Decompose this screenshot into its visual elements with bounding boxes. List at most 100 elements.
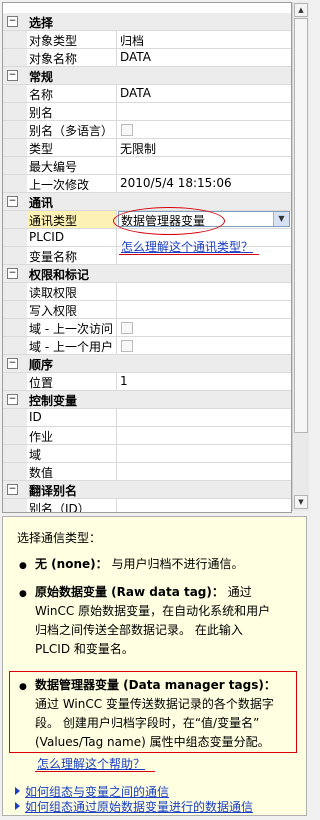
bullet-icon: ● [19,682,27,692]
minus-box-icon[interactable]: − [7,268,18,279]
prop-name-row[interactable]: 名称 DATA [3,85,291,103]
prop-name: 读取权限 [29,286,78,300]
prop-position[interactable]: 位置 1 [3,373,291,391]
category-title: 顺序 [29,358,54,372]
help-intro: 选择通信类型： [17,531,102,545]
category-title: 选择 [29,16,54,30]
prop-name: 别名 [29,106,54,120]
item-text: 与用户归档不进行通信。 [111,557,244,571]
prop-value: 2010/5/4 18:15:06 [120,176,232,190]
prop-alias-id[interactable]: 别名（ID） [3,499,291,513]
field-last-access-checkbox[interactable] [121,322,133,334]
help-raw-line: 归档之间传送全部数据记录。 在此输入 [35,623,243,637]
help-raw-line: WinCC 原始数据变量，在自动化系统和用户 [35,604,271,618]
minus-box-icon[interactable]: − [7,196,18,207]
category-general[interactable]: − 常规 [3,67,291,85]
category-title: 常规 [29,70,54,84]
prop-field-last-access[interactable]: 域 - 上一次访问 [3,319,291,337]
category-title: 通讯 [29,196,54,210]
category-translation[interactable]: − 翻译别名 [3,481,291,499]
category-control[interactable]: − 控制变量 [3,391,291,409]
help-link-raw-comm[interactable]: 如何组态通过原始数据变量进行的数据通信 [25,798,253,815]
alias-multilang-checkbox[interactable] [121,124,133,136]
prop-name: 数值 [29,466,54,480]
prop-write-access[interactable]: 写入权限 [3,301,291,319]
annotation-ellipse [113,207,225,235]
field-last-user-checkbox[interactable] [121,340,133,352]
prop-name: 对象名称 [29,52,78,66]
minus-box-icon[interactable]: − [7,358,18,369]
prop-value: DATA [120,86,151,100]
item-title: 原始数据变量 (Raw data tag)： [35,585,224,599]
prop-alias[interactable]: 别名 [3,103,291,121]
prop-name: 名称 [29,88,54,102]
help-dm-line: 段。 创建用户归档字段时，在“值/变量名” [35,716,260,730]
annotation-underline [35,771,155,772]
prop-name: 最大编号 [29,160,78,174]
arrow-right-icon [15,787,20,795]
bullet-icon: ● [19,589,27,599]
prop-name: 写入权限 [29,304,78,318]
minus-box-icon[interactable]: − [7,16,18,27]
prop-ctrl-field[interactable]: 域 [3,445,291,463]
prop-value: 无限制 [120,142,157,156]
prop-object-type[interactable]: 对象类型 归档 [3,31,291,49]
prop-max-number[interactable]: 最大编号 [3,157,291,175]
help-dm-line: 通过 WinCC 变量传送数据记录的各个数据字 [35,697,274,711]
help-explain-link[interactable]: 怎么理解这个帮助？ [37,755,145,772]
prop-value: 归档 [120,34,145,48]
prop-alias-multilang[interactable]: 别名（多语言） [3,121,291,139]
prop-value: DATA [120,50,151,64]
prop-value: 1 [120,374,128,388]
prop-field-last-user[interactable]: 域 - 上一个用户 [3,337,291,355]
prop-ctrl-value[interactable]: 数值 [3,463,291,481]
prop-last-modified[interactable]: 上一次修改 2010/5/4 18:15:06 [3,175,291,193]
prop-name: 通讯类型 [29,214,78,228]
category-title: 控制变量 [29,394,78,408]
prop-name: PLCID [29,230,65,244]
item-text: 通过 [227,585,252,599]
annotation-underline [119,254,259,255]
prop-name: 类型 [29,142,54,156]
arrow-up-icon[interactable]: ▲ [294,3,308,17]
vertical-scrollbar[interactable]: ▲ ▼ [292,2,309,511]
arrow-down-icon[interactable]: ▼ [294,495,308,509]
category-title: 权限和标记 [29,268,90,282]
prop-name: 域 [29,448,42,462]
prop-ctrl-id[interactable]: ID [3,409,291,427]
comm-type-help-link[interactable]: 怎么理解这个通讯类型？ [121,238,253,255]
help-item-raw: 原始数据变量 (Raw data tag)： 通过 [35,583,252,602]
prop-name: 上一次修改 [29,178,90,192]
category-selection[interactable]: − 选择 [3,13,291,31]
help-item-data-manager: 数据管理器变量 (Data manager tags)： [35,676,276,695]
prop-name: 域 - 上一个用户 [29,340,113,354]
bullet-icon: ● [19,561,27,571]
prop-name: 域 - 上一次访问 [29,322,113,336]
help-raw-line: PLCID 和变量名。 [35,642,134,656]
prop-name: ID [29,410,42,424]
help-panel: 选择通信类型： ● 无 (none)： 与用户归档不进行通信。 ● 原始数据变量… [2,516,307,816]
prop-name: 别名（多语言） [29,124,114,138]
item-title: 数据管理器变量 (Data manager tags)： [35,678,276,692]
help-item-none: 无 (none)： 与用户归档不进行通信。 [35,555,243,574]
prop-read-access[interactable]: 读取权限 [3,283,291,301]
item-title: 无 (none)： [35,557,108,571]
category-authorization[interactable]: − 权限和标记 [3,265,291,283]
category-order[interactable]: − 顺序 [3,355,291,373]
chevron-down-icon[interactable]: ▼ [273,212,289,226]
prop-name: 变量名称 [29,250,78,264]
help-dm-line: (Values/Tag name) 属性中组态变量分配。 [35,735,270,749]
prop-ctrl-job[interactable]: 作业 [3,427,291,445]
prop-name: 作业 [29,430,54,444]
minus-box-icon[interactable]: − [7,484,18,495]
property-grid: − 选择 对象类型 归档 对象名称 DATA − 常规 名称 DATA 别名 别… [2,2,292,513]
prop-type[interactable]: 类型 无限制 [3,139,291,157]
arrow-right-icon [15,802,20,810]
minus-box-icon[interactable]: − [7,394,18,405]
prop-name: 别名（ID） [29,502,90,513]
minus-box-icon[interactable]: − [7,70,18,81]
prop-object-name[interactable]: 对象名称 DATA [3,49,291,67]
scrollbar-thumb[interactable] [294,18,308,433]
category-title: 翻译别名 [29,484,78,498]
prop-name: 对象类型 [29,34,78,48]
